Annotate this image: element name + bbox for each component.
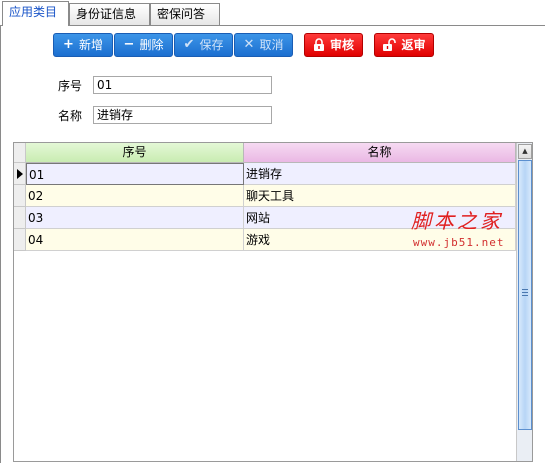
scroll-up-button[interactable]: ▲ xyxy=(518,144,532,159)
add-button[interactable]: + 新增 xyxy=(53,33,113,57)
unlock-icon xyxy=(383,38,397,51)
plus-icon: + xyxy=(63,37,74,52)
table-cell-name[interactable]: 进销存 xyxy=(244,163,516,185)
minus-icon: − xyxy=(123,37,135,52)
table-cell-seq[interactable]: 02 xyxy=(26,185,244,207)
row-header[interactable] xyxy=(14,229,26,251)
x-icon: ✕ xyxy=(243,37,255,52)
seq-label: 序号 xyxy=(58,79,83,93)
panel-border xyxy=(0,25,1,463)
seq-field[interactable]: 01 xyxy=(93,76,272,94)
tab-security-qa[interactable]: 密保问答 xyxy=(150,3,220,25)
watermark-title: 脚本之家 xyxy=(411,209,503,233)
delete-button[interactable]: − 删除 xyxy=(114,33,173,57)
lock-icon xyxy=(313,38,324,51)
table-cell-seq[interactable]: 01 xyxy=(26,163,244,185)
check-icon: ✔ xyxy=(183,37,195,52)
cancel-button[interactable]: ✕ 取消 xyxy=(234,33,293,57)
tab-bar: 应用类目 身份证信息 密保问答 xyxy=(0,0,545,26)
table-cell-name[interactable]: 聊天工具 xyxy=(244,185,516,207)
watermark-url: www.jb51.net xyxy=(413,236,505,249)
tab-divider xyxy=(0,25,545,26)
column-header-name[interactable]: 名称 xyxy=(244,143,516,163)
table-cell-seq[interactable]: 04 xyxy=(26,229,244,251)
vertical-scrollbar[interactable]: ▲ xyxy=(516,143,532,461)
name-label: 名称 xyxy=(58,109,83,123)
name-field[interactable]: 进销存 xyxy=(93,106,272,124)
unaudit-button-label: 返审 xyxy=(401,38,426,52)
save-button-label: 保存 xyxy=(199,38,224,52)
delete-button-label: 删除 xyxy=(139,38,164,52)
tab-app-category[interactable]: 应用类目 xyxy=(2,1,69,26)
scroll-grip-icon xyxy=(522,289,528,296)
unaudit-button[interactable]: 返审 xyxy=(374,33,434,57)
audit-button-label: 审核 xyxy=(329,38,354,52)
data-grid[interactable]: 序号 名称 01 进销存 02 聊天工具 03 网站 04 游戏 ▲ xyxy=(13,142,533,462)
row-header[interactable] xyxy=(14,163,26,185)
table-cell-seq[interactable]: 03 xyxy=(26,207,244,229)
tab-id-info[interactable]: 身份证信息 xyxy=(69,3,150,25)
audit-button[interactable]: 审核 xyxy=(304,33,363,57)
add-button-label: 新增 xyxy=(78,38,103,52)
cancel-button-label: 取消 xyxy=(259,38,284,52)
current-row-indicator-icon xyxy=(17,169,23,179)
row-header[interactable] xyxy=(14,207,26,229)
grid-corner xyxy=(14,143,26,163)
column-header-seq[interactable]: 序号 xyxy=(26,143,244,163)
save-button[interactable]: ✔ 保存 xyxy=(174,33,233,57)
scrollbar-thumb[interactable] xyxy=(518,160,532,430)
row-header[interactable] xyxy=(14,185,26,207)
